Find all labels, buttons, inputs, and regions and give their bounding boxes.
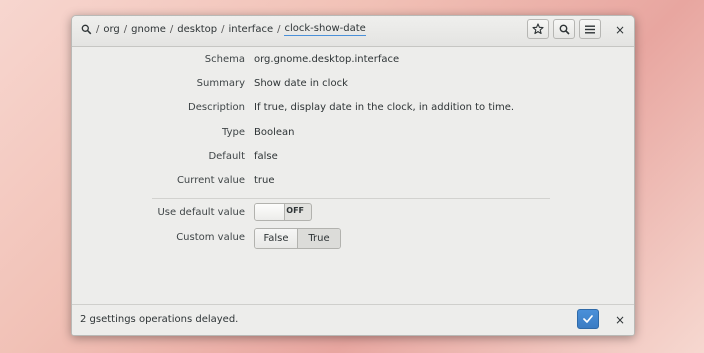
pending-changes-bar: 2 gsettings operations delayed. ×: [72, 304, 634, 335]
menu-button[interactable]: [579, 19, 601, 39]
bookmark-button[interactable]: [527, 19, 549, 39]
breadcrumb: / org / gnome / desktop / interface / cl…: [81, 23, 366, 36]
search-folder-icon[interactable]: [81, 24, 92, 35]
star-icon: [532, 23, 544, 35]
description-value: If true, display date in the clock, in a…: [254, 102, 515, 113]
path-separator: /: [123, 24, 128, 35]
custom-value-toggle: False True: [254, 228, 341, 249]
summary-value: Show date in clock: [254, 78, 348, 89]
section-divider: [152, 198, 550, 199]
use-default-switch[interactable]: OFF: [254, 203, 312, 221]
use-default-row: Use default value OFF: [72, 203, 634, 223]
header-bar: / org / gnome / desktop / interface / cl…: [72, 16, 634, 47]
hamburger-menu-icon: [585, 25, 595, 34]
switch-state-label: OFF: [286, 206, 304, 215]
custom-value-label: Custom value: [176, 232, 245, 243]
path-separator: /: [96, 24, 100, 35]
path-segment-current-key[interactable]: clock-show-date: [284, 23, 366, 36]
false-option-button[interactable]: False: [255, 229, 298, 248]
type-label: Type: [222, 127, 245, 138]
path-separator: /: [221, 24, 225, 35]
summary-row: Summary Show date in clock: [72, 78, 634, 94]
schema-value: org.gnome.desktop.interface: [254, 54, 400, 65]
custom-value-row: Custom value False True: [72, 228, 634, 249]
checkmark-icon: [583, 315, 593, 323]
description-row: Description If true, display date in the…: [72, 102, 634, 118]
key-details: Schema org.gnome.desktop.interface Summa…: [72, 47, 634, 304]
type-value: Boolean: [254, 127, 295, 138]
schema-row: Schema org.gnome.desktop.interface: [72, 54, 634, 70]
dconf-editor-window: / org / gnome / desktop / interface / cl…: [71, 15, 635, 336]
close-icon: ×: [614, 313, 626, 327]
path-segment-desktop[interactable]: desktop: [177, 24, 217, 35]
current-value: true: [254, 175, 275, 186]
summary-label: Summary: [196, 78, 245, 89]
search-button[interactable]: [553, 19, 575, 39]
true-option-button[interactable]: True: [298, 229, 340, 248]
default-row: Default false: [72, 151, 634, 167]
schema-label: Schema: [204, 54, 245, 65]
description-label: Description: [188, 102, 245, 113]
current-value-row: Current value true: [72, 175, 634, 191]
use-default-label: Use default value: [157, 207, 245, 218]
apply-changes-button[interactable]: [577, 309, 599, 329]
close-window-button[interactable]: ×: [613, 23, 627, 37]
current-value-label: Current value: [176, 175, 245, 186]
path-segment-interface[interactable]: interface: [229, 24, 274, 35]
default-value: false: [254, 151, 278, 162]
close-icon: ×: [614, 23, 626, 37]
pending-changes-message: 2 gsettings operations delayed.: [80, 314, 239, 325]
search-icon: [559, 24, 570, 35]
path-segment-gnome[interactable]: gnome: [131, 24, 166, 35]
switch-knob[interactable]: [255, 204, 285, 220]
path-separator: /: [169, 24, 174, 35]
path-separator: /: [277, 24, 281, 35]
dismiss-changes-button[interactable]: ×: [613, 313, 627, 327]
type-row: Type Boolean: [72, 127, 634, 143]
default-label: Default: [208, 151, 245, 162]
path-segment-org[interactable]: org: [103, 24, 119, 35]
